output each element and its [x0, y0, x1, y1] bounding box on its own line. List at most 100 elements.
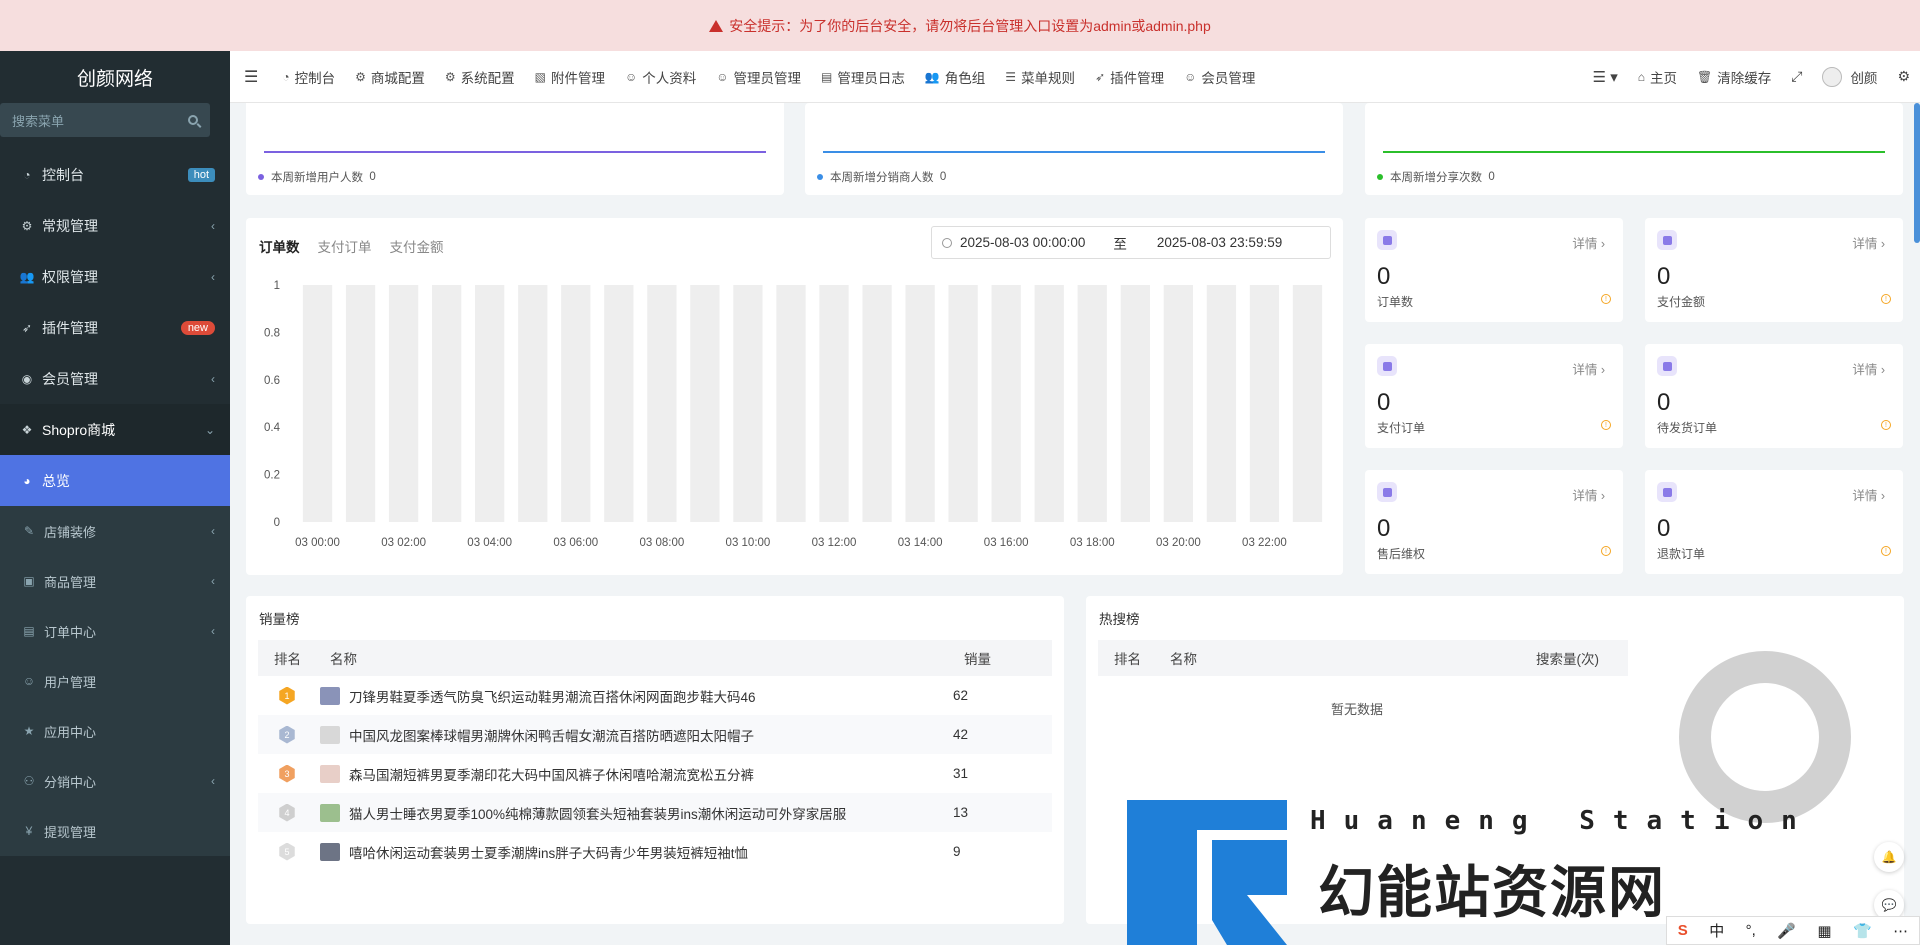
sidebar-item-general[interactable]: ⚙ 常规管理 ‹: [0, 200, 230, 251]
keyboard-icon[interactable]: ▦: [1817, 922, 1831, 940]
scrollbar[interactable]: [1914, 103, 1920, 243]
detail-link[interactable]: 详情 ›: [1572, 233, 1605, 252]
gear-icon: ⚙: [444, 69, 456, 84]
clear-cache-button[interactable]: 🗑 清除缓存: [1687, 51, 1781, 103]
warning-icon: [709, 19, 724, 32]
expand-icon: ⤢: [1791, 68, 1803, 84]
microphone-icon[interactable]: 🎤: [1777, 922, 1796, 940]
notification-button[interactable]: 🔔: [1874, 842, 1904, 872]
nav-tab-label: 管理员管理: [733, 70, 802, 86]
table-row[interactable]: 4 猫人男士睡衣男夏季100%纯棉薄款圆领套头短袖套装男ins潮休闲运动可外穿家…: [258, 793, 1052, 832]
stat-value: 0: [1377, 389, 1391, 416]
sidebar-item-label: 控制台: [42, 166, 84, 183]
sidebar-item-members[interactable]: ◉ 会员管理 ‹: [0, 353, 230, 404]
stat-label: 本周新增用户人数: [271, 172, 363, 184]
settings-button[interactable]: ⚙: [1887, 51, 1920, 103]
nav-tab-admin-manage[interactable]: ☺ 管理员管理: [706, 51, 811, 103]
sidebar-item-apps[interactable]: ★ 应用中心: [0, 706, 230, 756]
nav-tab-admin-log[interactable]: ▤ 管理员日志: [811, 51, 915, 103]
bar-background: [561, 285, 591, 522]
info-icon[interactable]: !: [1601, 420, 1611, 430]
info-icon[interactable]: !: [1601, 294, 1611, 304]
table-row[interactable]: 2 中国风龙图案棒球帽男潮牌休闲鸭舌帽女潮流百搭防晒遮阳太阳帽子 42: [258, 715, 1052, 754]
info-icon[interactable]: !: [1881, 420, 1891, 430]
sidebar-item-permissions[interactable]: 👥 权限管理 ‹: [0, 251, 230, 302]
input-method-toolbar[interactable]: S 中 °, 🎤 ▦ 👕 ⋯: [1666, 916, 1920, 945]
sogou-icon[interactable]: S: [1678, 922, 1688, 939]
legend-dot: [817, 174, 823, 180]
detail-link[interactable]: 详情 ›: [1852, 485, 1885, 504]
skin-icon[interactable]: 👕: [1853, 922, 1872, 940]
sidebar-item-label: 商品管理: [44, 574, 97, 590]
search-icon[interactable]: [188, 115, 198, 125]
ime-mode-chinese[interactable]: 中: [1709, 920, 1724, 941]
rank-medal-icon: 3: [279, 764, 295, 783]
rank-medal-icon: 5: [279, 842, 295, 861]
sidebar-item-dashboard[interactable]: ◔ 控制台 hot: [0, 149, 230, 200]
brush-icon: ✎: [23, 524, 35, 538]
nav-tab-dashboard[interactable]: ◔ 控制台: [272, 51, 345, 103]
new-badge: new: [180, 320, 215, 335]
watermark-subtitle: Huaneng Station: [1310, 806, 1815, 836]
brand-logo[interactable]: 创颜网络: [0, 51, 230, 103]
punctuation-icon[interactable]: °,: [1746, 922, 1756, 939]
receipt-icon: [1377, 356, 1397, 376]
info-icon[interactable]: !: [1881, 546, 1891, 556]
sidebar-item-orders[interactable]: ▤ 订单中心 ‹: [0, 606, 230, 656]
x-tick-label: 03 16:00: [984, 537, 1029, 549]
sidebar-item-distribution[interactable]: ⚇ 分销中心 ‹: [0, 756, 230, 806]
sidebar-toggle-button[interactable]: ☰: [230, 51, 272, 103]
detail-link[interactable]: 详情 ›: [1852, 233, 1885, 252]
sidebar-item-decoration[interactable]: ✎ 店铺装修 ‹: [0, 506, 230, 556]
stat-label: 待发货订单: [1657, 421, 1718, 435]
sidebar-item-withdraw[interactable]: ¥ 提现管理: [0, 806, 230, 856]
chevron-left-icon: ‹: [211, 624, 215, 638]
users-icon: 👥: [19, 269, 35, 284]
nav-tab-system-config[interactable]: ⚙ 系统配置: [435, 51, 525, 103]
info-icon[interactable]: !: [1601, 546, 1611, 556]
x-tick-label: 03 08:00: [639, 537, 684, 549]
sidebar-item-plugins[interactable]: ➶ 插件管理 new: [0, 302, 230, 353]
table-row[interactable]: 1 刀锋男鞋夏季透气防臭飞织运动鞋男潮流百搭休闲网面跑步鞋大码46 62: [258, 676, 1052, 715]
chevron-left-icon: ‹: [211, 371, 215, 386]
user-menu[interactable]: 创颜: [1812, 51, 1887, 103]
security-alert: 安全提示：为了你的后台安全，请勿将后台管理入口设置为admin或admin.ph…: [0, 0, 1920, 51]
user-icon: ☺: [22, 674, 36, 688]
home-link[interactable]: ⌂ 主页: [1628, 51, 1687, 103]
nav-tab-members[interactable]: ☺ 会员管理: [1174, 51, 1265, 103]
stat-label: 本周新增分销商人数: [830, 172, 934, 184]
more-tabs-dropdown[interactable]: ☰ ▾: [1583, 51, 1628, 103]
sidebar-item-label: 常规管理: [42, 217, 98, 234]
detail-link[interactable]: 详情 ›: [1572, 485, 1605, 504]
fullscreen-button[interactable]: ⤢: [1781, 51, 1812, 103]
trend-line: [823, 151, 1325, 153]
sidebar-item-users[interactable]: ☺ 用户管理: [0, 656, 230, 706]
bell-icon: 🔔: [1881, 850, 1897, 864]
bar-background: [475, 285, 505, 522]
sidebar-item-label: 会员管理: [42, 370, 98, 387]
nav-tab-shop-config[interactable]: ⚙ 商城配置: [345, 51, 435, 103]
mini-stat-paid-amount: 详情 › 0 支付金额 !: [1645, 218, 1903, 322]
chevron-left-icon: ‹: [211, 269, 215, 284]
nav-tab-attachments[interactable]: ▧ 附件管理: [525, 51, 615, 103]
detail-link[interactable]: 详情 ›: [1572, 359, 1605, 378]
user-icon: ☺: [716, 69, 729, 84]
more-icon[interactable]: ⋯: [1893, 922, 1908, 940]
detail-link[interactable]: 详情 ›: [1852, 359, 1885, 378]
bar-background: [1077, 285, 1107, 522]
sidebar-item-overview[interactable]: ◕ 总览: [0, 455, 230, 506]
nav-tab-profile[interactable]: ☺ 个人资料: [615, 51, 706, 103]
info-icon[interactable]: !: [1881, 294, 1891, 304]
table-row[interactable]: 3 森马国潮短裤男夏季潮印花大码中国风裤子休闲嘻哈潮流宽松五分裤 31: [258, 754, 1052, 793]
sales-count: 42: [953, 727, 969, 742]
nav-tab-plugins[interactable]: ➶ 插件管理: [1085, 51, 1174, 103]
sidebar-item-shopro[interactable]: ❖ Shopro商城 ⌄: [0, 404, 230, 455]
security-alert-text: 安全提示：为了你的后台安全，请勿将后台管理入口设置为admin或admin.ph…: [729, 17, 1211, 34]
yen-icon: ¥: [25, 824, 33, 838]
table-row[interactable]: 5 嘻哈休闲运动套装男士夏季潮牌ins胖子大码青少年男装短裤短袖t恤 9: [258, 832, 1052, 871]
nav-tab-menu-rules[interactable]: ☰ 菜单规则: [995, 51, 1085, 103]
sidebar-item-goods[interactable]: ▣ 商品管理 ‹: [0, 556, 230, 606]
nav-tab-role-group[interactable]: 👥 角色组: [915, 51, 995, 103]
user-icon: ☺: [1184, 69, 1197, 84]
menu-search-input[interactable]: 搜索菜单: [0, 103, 210, 137]
